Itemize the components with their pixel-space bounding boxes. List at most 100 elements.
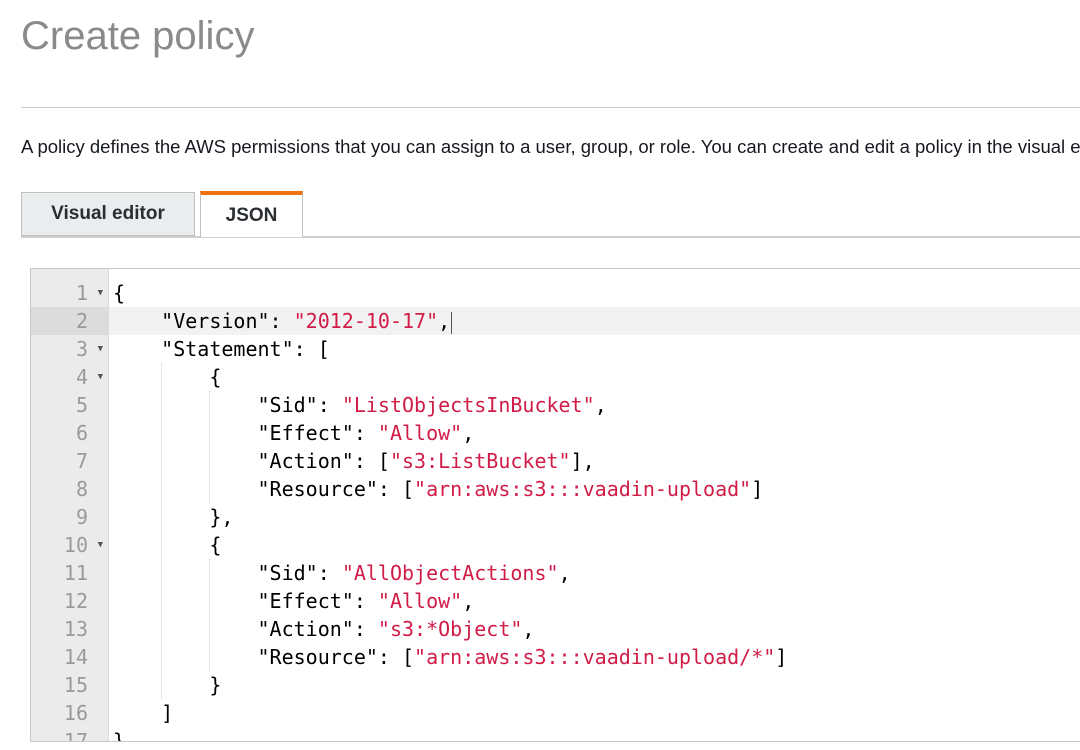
json-editor[interactable]: 1 ▼ 2 3 ▼ 4 ▼ 5 6 7 8 9 10 ▼ 11 12 13 14 15 16 17 { "Version… <box>30 268 1080 742</box>
punctuation-token: : <box>353 421 378 445</box>
fold-arrow-icon[interactable]: ▼ <box>98 279 103 307</box>
line-number-text: 17 <box>63 729 88 742</box>
punctuation-token: : <box>269 309 294 333</box>
punctuation-token: , <box>438 309 451 333</box>
punctuation-token: : [ <box>293 337 330 361</box>
line-number-text: 12 <box>63 589 88 613</box>
code-line[interactable]: ] <box>109 699 1080 727</box>
key-token: "Resource" <box>257 645 378 669</box>
punctuation-token: , <box>462 421 475 445</box>
punctuation-token <box>113 561 258 585</box>
punctuation-token: : [ <box>353 449 390 473</box>
punctuation-token <box>113 309 161 333</box>
tabs-underline <box>21 236 1080 238</box>
string-token: "Allow" <box>377 589 463 613</box>
line-number-gutter: 1 ▼ 2 3 ▼ 4 ▼ 5 6 7 8 9 10 ▼ 11 12 13 14 15 16 17 <box>31 269 109 741</box>
punctuation-token <box>113 337 161 361</box>
string-token: "arn:aws:s3:::vaadin-upload/*" <box>414 645 776 669</box>
string-token: "s3:ListBucket" <box>389 449 571 473</box>
code-line[interactable]: "Resource": ["arn:aws:s3:::vaadin-upload… <box>109 475 1080 503</box>
line-number-text: 9 <box>75 505 88 529</box>
code-line[interactable]: "Effect": "Allow", <box>109 419 1080 447</box>
code-line[interactable]: { <box>109 363 1080 391</box>
punctuation-token <box>113 645 258 669</box>
indent-guide <box>209 559 211 671</box>
code-line[interactable]: { <box>109 279 1080 307</box>
punctuation-token: { <box>113 533 222 557</box>
punctuation-token: } <box>113 673 222 697</box>
line-number: 10 ▼ <box>31 531 108 559</box>
fold-arrow-icon[interactable]: ▼ <box>98 531 103 559</box>
punctuation-token: ] <box>775 645 788 669</box>
key-token: "Resource" <box>257 477 378 501</box>
page-description: A policy defines the AWS permissions tha… <box>21 136 1080 157</box>
code-line[interactable]: "Version": "2012-10-17", <box>109 307 1080 335</box>
key-token: "Action" <box>257 617 354 641</box>
key-token: "Effect" <box>257 589 354 613</box>
punctuation-token: : [ <box>377 645 415 669</box>
code-line[interactable]: } <box>109 727 1080 742</box>
key-token: "Action" <box>257 449 354 473</box>
key-token: "Version" <box>161 309 270 333</box>
line-number-text: 2 <box>75 309 88 333</box>
line-number: 17 <box>31 727 108 742</box>
punctuation-token: , <box>462 589 475 613</box>
indent-guide <box>209 391 211 503</box>
code-line[interactable]: "Action": ["s3:ListBucket"], <box>109 447 1080 475</box>
code-line[interactable]: "Effect": "Allow", <box>109 587 1080 615</box>
indent-guide <box>161 363 163 699</box>
text-cursor <box>451 311 453 334</box>
punctuation-token: , <box>522 617 535 641</box>
punctuation-token: } <box>113 729 126 742</box>
line-number: 7 <box>31 447 108 475</box>
string-token: "Allow" <box>377 421 463 445</box>
line-number: 9 <box>31 503 108 531</box>
punctuation-token: : [ <box>377 477 415 501</box>
line-number-text: 7 <box>75 449 88 473</box>
punctuation-token: : <box>317 393 342 417</box>
key-token: "Sid" <box>257 561 318 585</box>
line-number-text: 3 <box>75 337 88 361</box>
line-number-text: 15 <box>63 673 88 697</box>
string-token: "AllObjectActions" <box>341 561 559 585</box>
tab-visual-editor-label: Visual editor <box>51 203 165 224</box>
line-number: 11 <box>31 559 108 587</box>
key-token: "Effect" <box>257 421 354 445</box>
punctuation-token: ], <box>570 449 595 473</box>
code-line[interactable]: "Sid": "AllObjectActions", <box>109 559 1080 587</box>
fold-arrow-icon[interactable]: ▼ <box>98 363 103 391</box>
line-number: 1 ▼ <box>31 279 108 307</box>
line-number-text: 6 <box>75 421 88 445</box>
punctuation-token <box>113 393 258 417</box>
line-number: 6 <box>31 419 108 447</box>
line-number: 16 <box>31 699 108 727</box>
punctuation-token: { <box>113 365 222 389</box>
line-number: 2 <box>31 307 108 335</box>
line-number: 13 <box>31 615 108 643</box>
code-line[interactable]: }, <box>109 503 1080 531</box>
string-token: "arn:aws:s3:::vaadin-upload" <box>414 477 752 501</box>
title-divider <box>21 107 1080 108</box>
code-line[interactable]: "Action": "s3:*Object", <box>109 615 1080 643</box>
punctuation-token <box>113 421 258 445</box>
code-line[interactable]: "Statement": [ <box>109 335 1080 363</box>
tab-visual-editor[interactable]: Visual editor <box>21 192 195 236</box>
string-token: "2012-10-17" <box>293 309 439 333</box>
code-area[interactable]: { "Version": "2012-10-17", "Statement": … <box>109 269 1080 741</box>
line-number-text: 1 <box>75 281 88 305</box>
key-token: "Statement" <box>161 337 294 361</box>
string-token: "ListObjectsInBucket" <box>341 393 595 417</box>
punctuation-token: { <box>113 281 126 305</box>
punctuation-token: , <box>558 561 571 585</box>
code-line[interactable]: { <box>109 531 1080 559</box>
code-line[interactable]: "Resource": ["arn:aws:s3:::vaadin-upload… <box>109 643 1080 671</box>
editor-tabs: Visual editor JSON <box>21 191 1080 238</box>
punctuation-token: , <box>594 393 607 417</box>
code-line[interactable]: } <box>109 671 1080 699</box>
tab-json[interactable]: JSON <box>200 191 303 237</box>
fold-arrow-icon[interactable]: ▼ <box>98 335 103 363</box>
string-token: "s3:*Object" <box>377 617 523 641</box>
line-number-text: 4 <box>75 365 88 389</box>
line-number-text: 14 <box>63 645 88 669</box>
code-line[interactable]: "Sid": "ListObjectsInBucket", <box>109 391 1080 419</box>
